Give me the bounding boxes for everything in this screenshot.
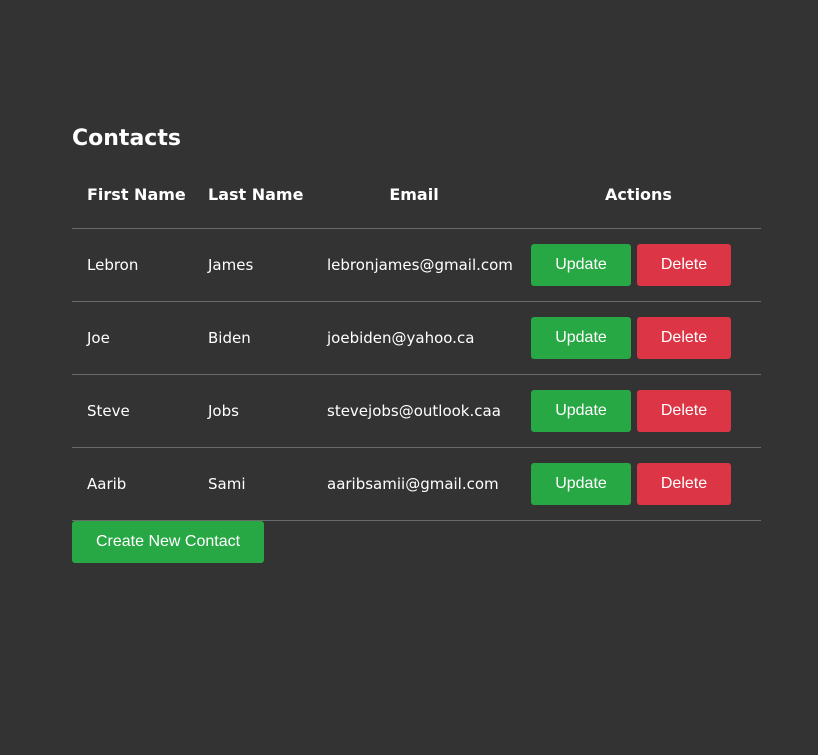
update-button[interactable]: Update <box>531 317 631 359</box>
cell-actions: Update Delete <box>516 228 761 302</box>
update-button[interactable]: Update <box>531 390 631 432</box>
create-new-contact-button[interactable]: Create New Contact <box>72 521 264 563</box>
update-button[interactable]: Update <box>531 463 631 505</box>
delete-button[interactable]: Delete <box>637 390 731 432</box>
table-row: Lebron James lebronjames@gmail.com Updat… <box>72 228 761 302</box>
table-row: Aarib Sami aaribsamii@gmail.com Update De… <box>72 447 761 521</box>
table-row: Steve Jobs stevejobs@outlook.caa Update D… <box>72 374 761 448</box>
cell-actions: Update Delete <box>516 374 761 448</box>
contacts-container: Contacts First Name Last Name Email Acti… <box>72 122 761 563</box>
cell-last-name: Jobs <box>193 374 312 448</box>
update-button[interactable]: Update <box>531 244 631 286</box>
delete-button[interactable]: Delete <box>637 463 731 505</box>
cell-last-name: Biden <box>193 301 312 375</box>
cell-first-name: Aarib <box>72 447 193 521</box>
table-header-row: First Name Last Name Email Actions <box>72 183 761 229</box>
delete-button[interactable]: Delete <box>637 317 731 359</box>
cell-actions: Update Delete <box>516 447 761 521</box>
cell-actions: Update Delete <box>516 301 761 375</box>
cell-email: aaribsamii@gmail.com <box>312 447 516 521</box>
page-title: Contacts <box>72 126 181 151</box>
cell-last-name: Sami <box>193 447 312 521</box>
cell-email: stevejobs@outlook.caa <box>312 374 516 448</box>
contacts-table: First Name Last Name Email Actions Lebro… <box>72 183 761 521</box>
header-actions: Actions <box>516 183 761 229</box>
cell-email: joebiden@yahoo.ca <box>312 301 516 375</box>
cell-first-name: Joe <box>72 301 193 375</box>
header-last-name: Last Name <box>193 183 312 229</box>
table-row: Joe Biden joebiden@yahoo.ca Update Delete <box>72 301 761 375</box>
delete-button[interactable]: Delete <box>637 244 731 286</box>
header-first-name: First Name <box>72 183 193 229</box>
cell-last-name: James <box>193 228 312 302</box>
cell-first-name: Steve <box>72 374 193 448</box>
cell-first-name: Lebron <box>72 228 193 302</box>
header-email: Email <box>312 183 516 229</box>
cell-email: lebronjames@gmail.com <box>312 228 516 302</box>
